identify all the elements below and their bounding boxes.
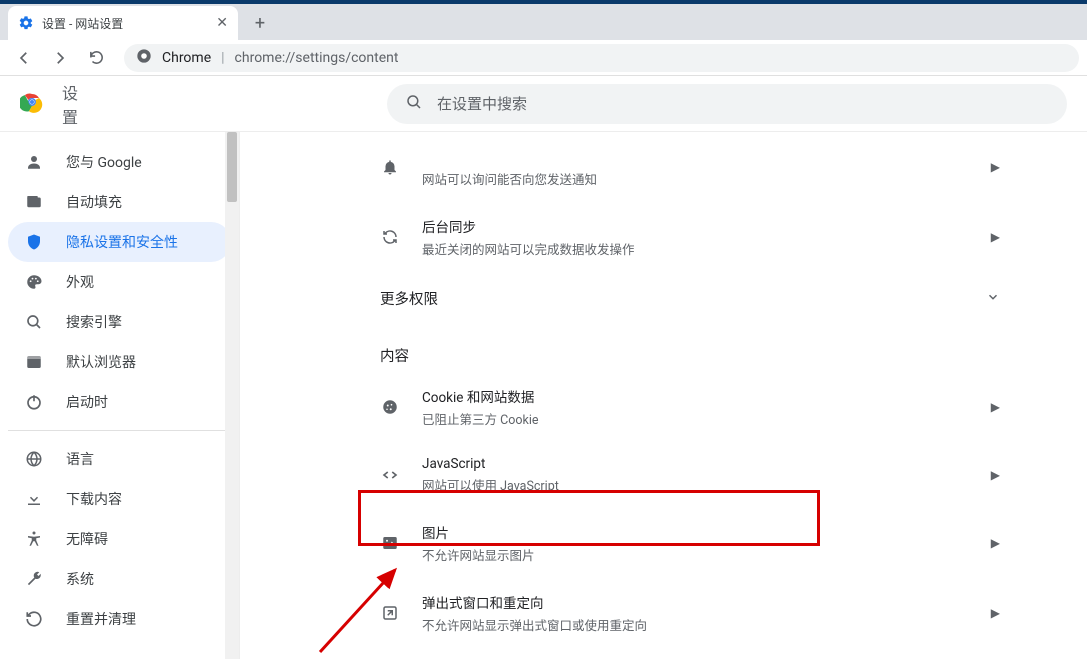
url-path: chrome://settings/content bbox=[235, 50, 399, 66]
search-icon bbox=[24, 312, 44, 332]
sidebar-item-label: 自动填充 bbox=[66, 192, 122, 212]
sidebar: 您与 Google 自动填充隐私设置和安全性外观搜索引擎默认浏览器启动时语言下载内… bbox=[0, 132, 240, 659]
image-icon bbox=[380, 533, 400, 553]
search-placeholder: 在设置中搜索 bbox=[437, 93, 527, 114]
new-tab-button[interactable]: + bbox=[246, 9, 274, 37]
chevron-down-icon bbox=[986, 290, 1000, 308]
forward-button[interactable] bbox=[44, 42, 76, 74]
close-icon[interactable]: ✕ bbox=[216, 15, 228, 31]
sidebar-item-label: 重置并清理 bbox=[66, 609, 136, 629]
settings-gear-icon bbox=[18, 15, 34, 31]
sidebar-item-label: 默认浏览器 bbox=[66, 352, 136, 372]
app-header: 设置 在设置中搜索 bbox=[0, 76, 1087, 132]
back-button[interactable] bbox=[8, 42, 40, 74]
sidebar-item-appearance[interactable]: 外观 bbox=[8, 262, 231, 302]
sidebar-item-privacy[interactable]: 隐私设置和安全性 bbox=[8, 222, 231, 262]
row-popups[interactable]: 弹出式窗口和重定向 不允许网站显示弹出式窗口或使用重定向 ▶ bbox=[360, 578, 1020, 648]
row-more-content-settings[interactable]: 更多内容设置 bbox=[360, 648, 1020, 659]
download-icon bbox=[24, 489, 44, 509]
sidebar-item-label: 下载内容 bbox=[66, 489, 122, 509]
page-title: 设置 bbox=[62, 80, 89, 128]
sync-icon bbox=[380, 227, 400, 247]
wrench-icon bbox=[24, 569, 44, 589]
cookie-icon bbox=[380, 397, 400, 417]
sidebar-item-default[interactable]: 默认浏览器 bbox=[8, 342, 231, 382]
chrome-page-icon bbox=[136, 48, 152, 68]
browser-icon bbox=[24, 352, 44, 372]
row-images[interactable]: 图片 不允许网站显示图片 ▶ bbox=[360, 508, 1020, 578]
chevron-right-icon: ▶ bbox=[991, 536, 1000, 550]
sidebar-item-label: 系统 bbox=[66, 569, 94, 589]
browser-tab[interactable]: 设置 - 网站设置 ✕ bbox=[8, 6, 238, 40]
accessibility-icon bbox=[24, 529, 44, 549]
reload-button[interactable] bbox=[80, 42, 112, 74]
search-icon bbox=[405, 93, 423, 115]
row-background-sync[interactable]: 后台同步 最近关闭的网站可以完成数据收发操作 ▶ bbox=[360, 202, 1020, 272]
settings-search[interactable]: 在设置中搜索 bbox=[387, 84, 1067, 124]
sidebar-item-label: 隐私设置和安全性 bbox=[66, 232, 178, 252]
sidebar-item-label: 搜索引擎 bbox=[66, 312, 122, 332]
sidebar-item-startup[interactable]: 启动时 bbox=[8, 382, 231, 422]
restore-icon bbox=[24, 609, 44, 629]
popup-icon bbox=[380, 603, 400, 623]
code-icon bbox=[380, 465, 400, 485]
sidebar-item-label: 无障碍 bbox=[66, 529, 108, 549]
chrome-logo-icon bbox=[20, 90, 44, 118]
sidebar-item-autofill[interactable]: 自动填充 bbox=[8, 182, 231, 222]
person-icon bbox=[24, 152, 44, 172]
sidebar-item-a11y[interactable]: 无障碍 bbox=[8, 519, 231, 559]
chevron-right-icon: ▶ bbox=[991, 400, 1000, 414]
sidebar-item-label: 启动时 bbox=[66, 392, 108, 412]
chevron-right-icon: ▶ bbox=[991, 160, 1000, 174]
palette-icon bbox=[24, 272, 44, 292]
tab-title: 设置 - 网站设置 bbox=[42, 15, 123, 32]
chevron-right-icon: ▶ bbox=[991, 230, 1000, 244]
tab-strip: 设置 - 网站设置 ✕ + bbox=[0, 4, 1087, 40]
row-more-permissions[interactable]: 更多权限 bbox=[360, 272, 1020, 325]
row-javascript[interactable]: JavaScript 网站可以使用 JavaScript ▶ bbox=[360, 442, 1020, 508]
sidebar-item-search[interactable]: 搜索引擎 bbox=[8, 302, 231, 342]
sidebar-item-lang[interactable]: 语言 bbox=[8, 439, 231, 479]
chevron-right-icon: ▶ bbox=[991, 468, 1000, 482]
sidebar-item-you[interactable]: 您与 Google bbox=[8, 142, 231, 182]
sidebar-item-label: 语言 bbox=[66, 449, 94, 469]
wallet-icon bbox=[24, 192, 44, 212]
shield-icon bbox=[24, 232, 44, 252]
globe-icon bbox=[24, 449, 44, 469]
url-scheme: Chrome bbox=[162, 50, 211, 66]
row-cookies[interactable]: Cookie 和网站数据 已阻止第三方 Cookie ▶ bbox=[360, 372, 1020, 442]
sidebar-item-downloads[interactable]: 下载内容 bbox=[8, 479, 231, 519]
address-bar: Chrome | chrome://settings/content bbox=[0, 40, 1087, 76]
bell-icon bbox=[380, 157, 400, 177]
sidebar-item-system[interactable]: 系统 bbox=[8, 559, 231, 599]
section-content-label: 内容 bbox=[360, 325, 1020, 372]
sidebar-item-label: 外观 bbox=[66, 272, 94, 292]
chevron-right-icon: ▶ bbox=[991, 606, 1000, 620]
url-field[interactable]: Chrome | chrome://settings/content bbox=[124, 44, 1079, 72]
power-icon bbox=[24, 392, 44, 412]
content-area: 通知 网站可以询问能否向您发送通知 ▶ 后台同步 最近关闭的网站可以完成数据收发… bbox=[240, 132, 1087, 659]
row-notifications[interactable]: 通知 网站可以询问能否向您发送通知 ▶ bbox=[360, 132, 1020, 202]
sidebar-item-reset[interactable]: 重置并清理 bbox=[8, 599, 231, 639]
sidebar-item-label: 您与 Google bbox=[66, 152, 142, 172]
sidebar-scrollbar[interactable] bbox=[225, 132, 239, 659]
